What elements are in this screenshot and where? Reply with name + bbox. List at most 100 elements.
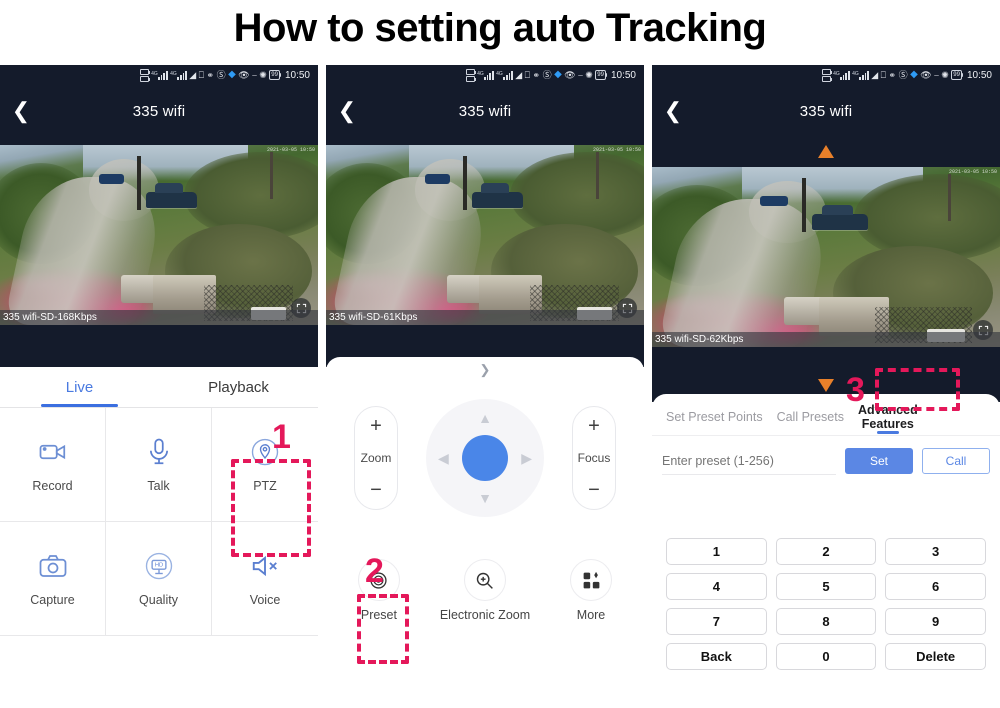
focus-minus-button[interactable]: − [588, 480, 600, 500]
back-button[interactable]: ❮ [0, 85, 42, 137]
action-electronic-zoom[interactable]: Electronic Zoom [440, 559, 530, 622]
status-clock: 10:50 [966, 69, 992, 81]
sim-card-icon [465, 68, 477, 82]
phone-screenshot-3: 4G 4G ◢ ⎕ ⚭ Ⓢ ◆ 👁 ⎯ ✺ 99 10:50 ❮ 335 wif… [652, 65, 1000, 708]
tab-playback[interactable]: Playback [159, 367, 318, 407]
status-bar-2: 4G 4G ◢ ⎕ ⚭ Ⓢ ◆ 👁 ⎯ ✺ 99 10:50 [326, 65, 644, 85]
back-button[interactable]: ❮ [652, 85, 694, 137]
status-bar-3: 4G 4G ◢ ⎕ ⚭ Ⓢ ◆ 👁 ⎯ ✺ 99 10:50 [652, 65, 1000, 85]
arrow-down-icon[interactable] [818, 379, 834, 392]
dnd-icon: Ⓢ [542, 69, 552, 80]
zoom-minus-button[interactable]: − [370, 480, 382, 500]
preset-input[interactable] [662, 447, 836, 475]
sync-icon: ⎕ [198, 69, 205, 80]
video-area-3[interactable]: 2021-03-05 10:50 335 wifi-SD-62Kbps [652, 137, 1000, 402]
key-2[interactable]: 2 [775, 538, 877, 565]
grid-cell-ptz[interactable]: PTZ [212, 408, 318, 522]
arrow-up-icon[interactable] [818, 145, 834, 158]
zoom-in-icon [477, 572, 494, 589]
key-8[interactable]: 8 [775, 608, 877, 635]
chevron-down-icon[interactable]: ❯ [326, 357, 644, 383]
grid-cell-voice[interactable]: Voice [212, 522, 318, 636]
feature-grid: Record Talk PTZ Capture HD Quality Voice [0, 407, 318, 636]
ptz-joystick[interactable]: ▲ ▼ ◀ ▶ [426, 399, 544, 517]
eye-icon: 👁 [920, 69, 932, 80]
bluetooth-icon: ✺ [941, 69, 949, 80]
tab-call-presets[interactable]: Call Presets [771, 410, 850, 424]
annotation-number-1: 1 [272, 418, 291, 456]
ptz-controls-row: + Zoom − ▲ ▼ ◀ ▶ + Focus − [326, 383, 644, 533]
zoom-plus-button[interactable]: + [370, 416, 382, 436]
phone-header-3: 4G 4G ◢ ⎕ ⚭ Ⓢ ◆ 👁 ⎯ ✺ 99 10:50 ❮ 335 wif… [652, 65, 1000, 137]
grid-cell-quality[interactable]: HD Quality [106, 522, 212, 636]
grid-label-record: Record [32, 478, 73, 493]
osd-timestamp: 2021-03-05 10:50 [592, 147, 641, 153]
key-delete[interactable]: Delete [885, 643, 986, 670]
preset-entry-row: Set Call [652, 436, 1000, 475]
chevron-right-icon[interactable]: ▶ [521, 451, 532, 465]
key-6[interactable]: 6 [885, 573, 986, 600]
page-title: How to setting auto Tracking [233, 6, 767, 50]
signal-4g-icon: 4G [833, 70, 850, 80]
key-3[interactable]: 3 [885, 538, 986, 565]
grid-label-talk: Talk [147, 478, 170, 493]
hd-monitor-icon: HD [145, 552, 172, 579]
nav-bar-3: ❮ 335 wifi [652, 85, 1000, 137]
live-playback-tabs: Live Playback [0, 367, 318, 407]
grid-more-icon [583, 571, 599, 588]
status-clock: 10:50 [610, 69, 636, 81]
signal-4g-icon-2: 4G [496, 70, 513, 80]
bitrate-label: 335 wifi-SD-62Kbps [652, 332, 1000, 347]
key-7[interactable]: 7 [666, 608, 767, 635]
nfc-icon: ⎯ [252, 69, 257, 80]
bitrate-label: 335 wifi-SD-168Kbps [0, 310, 318, 325]
key-9[interactable]: 9 [885, 608, 986, 635]
key-0[interactable]: 0 [775, 643, 877, 670]
joystick-center[interactable] [462, 435, 508, 481]
wifi-icon: ◢ [515, 69, 523, 80]
zoom-label: Zoom [360, 451, 392, 465]
device-title: 335 wifi [132, 102, 186, 120]
chevron-down-icon[interactable]: ▼ [478, 491, 492, 505]
status-icons-1: 4G 4G ◢ ⎕ ⚭ Ⓢ ◆ 👁 ⎯ ✺ 99 [139, 68, 282, 82]
key-5[interactable]: 5 [775, 573, 877, 600]
chevron-left-icon[interactable]: ◀ [438, 451, 449, 465]
sim-card-icon [821, 68, 833, 82]
osd-timestamp: 2021-03-05 10:50 [948, 169, 997, 175]
nav-bar-1: ❮ 335 wifi [0, 85, 318, 137]
camera-feed-3[interactable]: 2021-03-05 10:50 [652, 167, 1000, 347]
grid-cell-record[interactable]: Record [0, 408, 106, 522]
video-camera-icon [39, 444, 65, 459]
video-area-2[interactable]: 2021-03-05 10:50 335 wifi-SD-61Kbps [326, 137, 644, 367]
grid-cell-capture[interactable]: Capture [0, 522, 106, 636]
device-title: 335 wifi [799, 102, 853, 120]
call-button[interactable]: Call [922, 448, 990, 474]
set-button[interactable]: Set [845, 448, 913, 474]
key-4[interactable]: 4 [666, 573, 767, 600]
chevron-up-icon[interactable]: ▲ [478, 411, 492, 425]
signal-4g-icon-2: 4G [852, 70, 869, 80]
location-icon: ◆ [554, 69, 562, 80]
svg-text:HD: HD [154, 562, 162, 568]
video-area-1[interactable]: 2021-03-05 10:50 335 wifi-SD-168Kbps [0, 137, 318, 367]
sync-icon: ⎕ [524, 69, 531, 80]
dnd-icon: Ⓢ [216, 69, 226, 80]
tab-live[interactable]: Live [0, 367, 159, 407]
bluetooth-icon: ✺ [585, 69, 593, 80]
grid-cell-talk[interactable]: Talk [106, 408, 212, 522]
focus-stepper[interactable]: + Focus − [572, 406, 616, 510]
key-1[interactable]: 1 [666, 538, 767, 565]
back-button[interactable]: ❮ [326, 85, 368, 137]
key-back[interactable]: Back [666, 643, 767, 670]
osd-timestamp: 2021-03-05 10:50 [266, 147, 315, 153]
action-more[interactable]: More [570, 559, 613, 622]
zoom-stepper[interactable]: + Zoom − [354, 406, 398, 510]
wifi-icon: ◢ [871, 69, 879, 80]
camera-feed-1[interactable]: 2021-03-05 10:50 [0, 145, 318, 325]
tab-set-preset-points[interactable]: Set Preset Points [660, 410, 769, 424]
battery-icon: 99 [595, 70, 608, 80]
focus-plus-button[interactable]: + [588, 416, 600, 436]
bluetooth-icon: ✺ [259, 69, 267, 80]
action-label-electronic-zoom: Electronic Zoom [439, 608, 531, 622]
camera-feed-2[interactable]: 2021-03-05 10:50 [326, 145, 644, 325]
